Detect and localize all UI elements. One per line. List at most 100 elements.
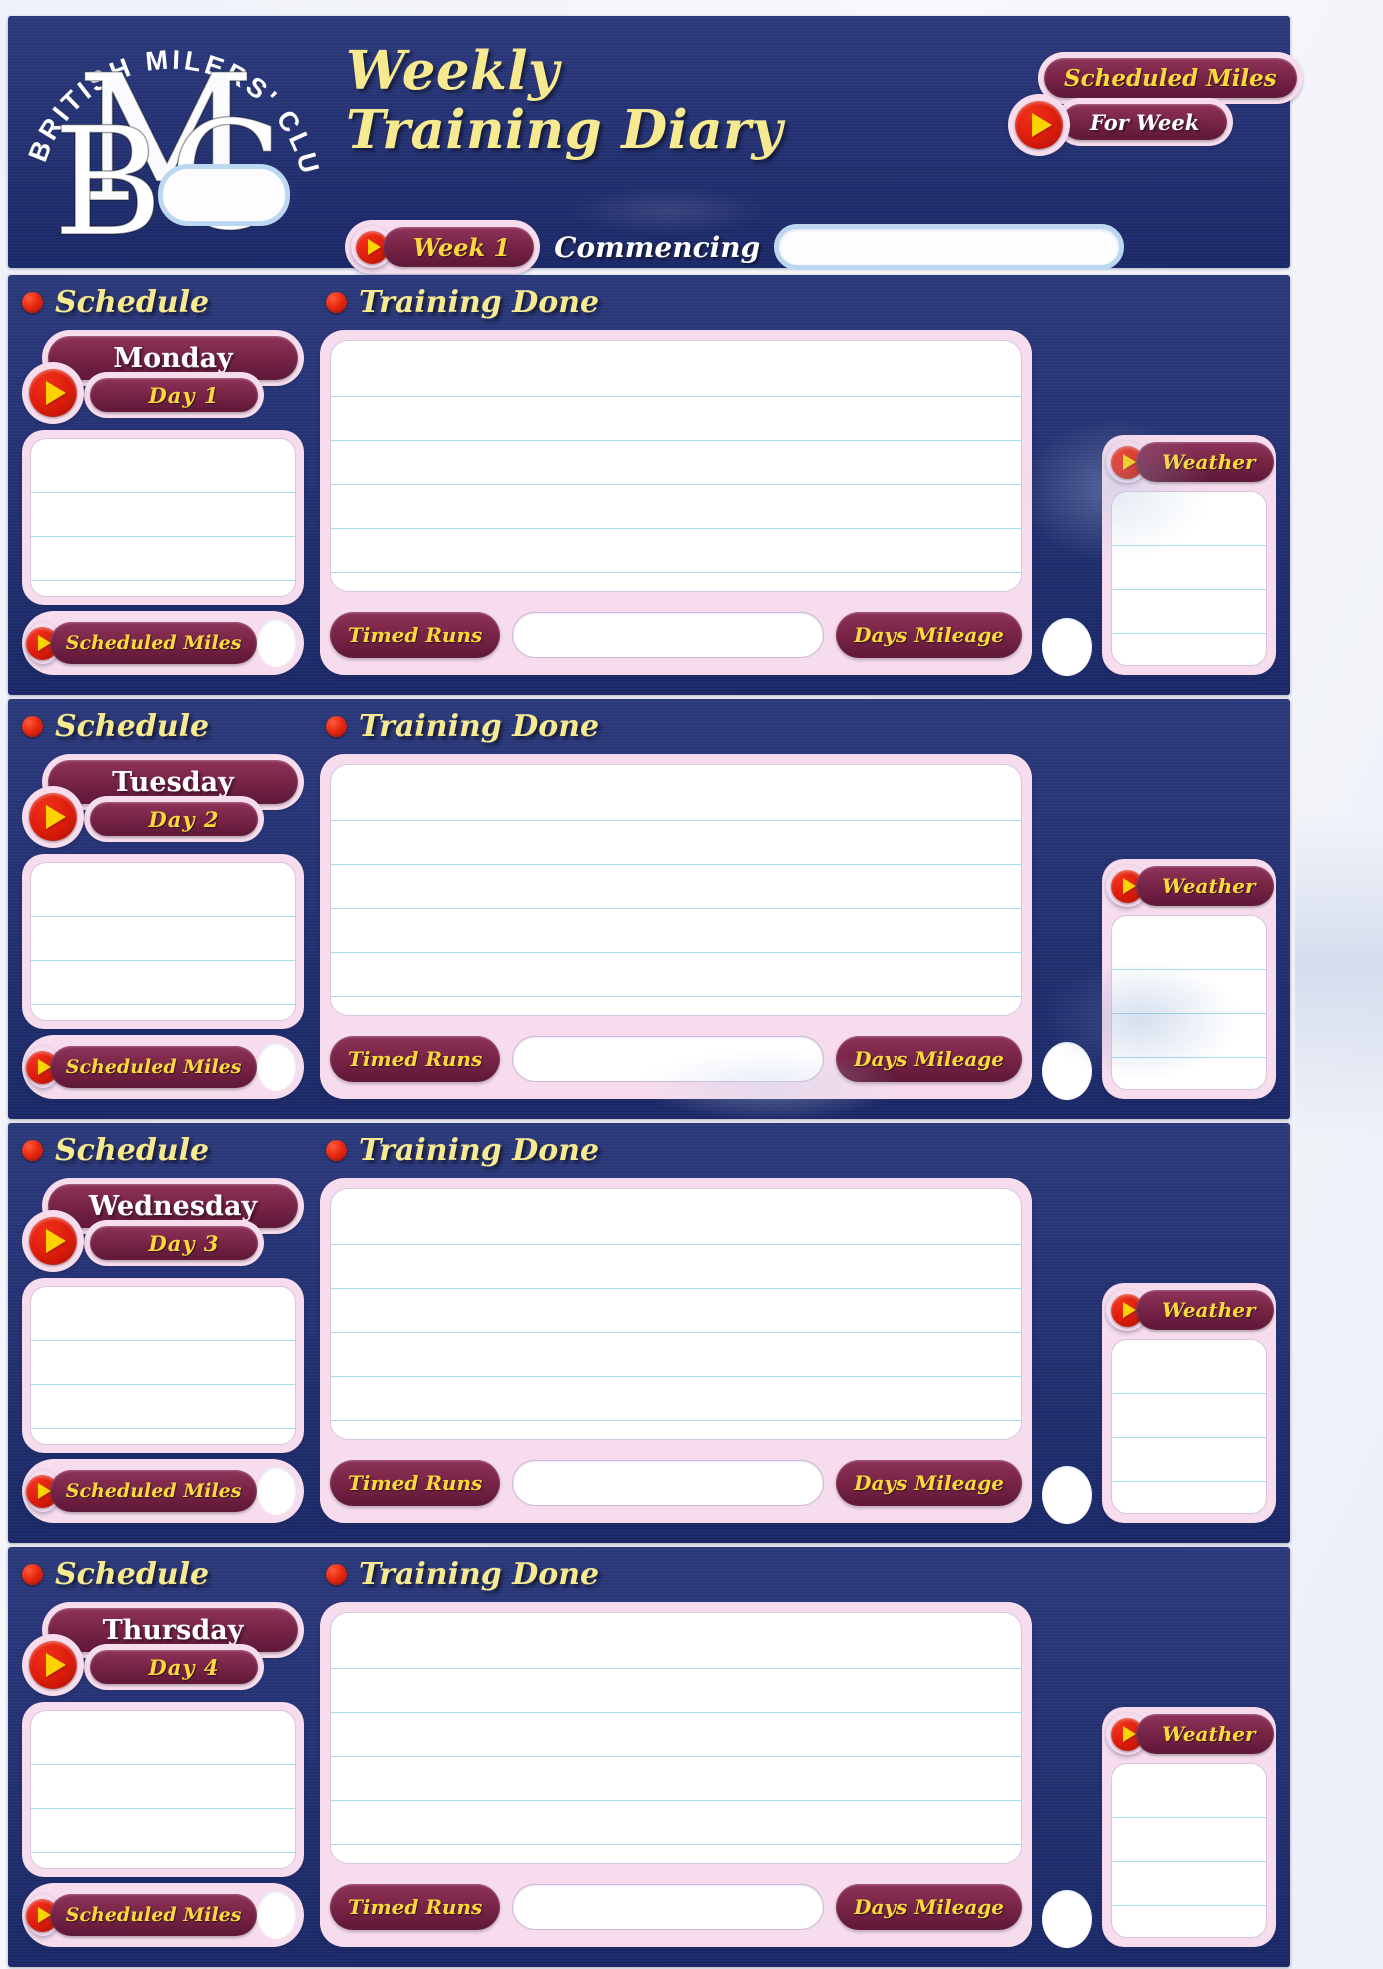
timed-runs-label: Timed Runs (348, 1895, 483, 1919)
weather-label: Weather (1162, 1722, 1256, 1746)
bullet-dot-icon (22, 716, 43, 737)
weather-notes-field[interactable] (1111, 915, 1267, 1090)
weather-notes-field[interactable] (1111, 491, 1267, 666)
timed-runs-tag: Timed Runs (330, 1884, 501, 1930)
schedule-heading: Schedule (22, 709, 209, 744)
training-done-notes-field[interactable] (330, 1188, 1022, 1440)
timed-runs-input[interactable] (512, 612, 825, 658)
for-week-label: For Week (1090, 109, 1200, 135)
scheduled-miles-tag: Scheduled Miles (49, 622, 258, 664)
play-icon (1008, 94, 1070, 156)
days-mileage-label: Days Mileage (854, 1471, 1004, 1495)
day-name-label: Wednesday (88, 1190, 258, 1222)
timed-runs-input[interactable] (512, 1036, 825, 1082)
scheduled-miles-tag: Scheduled Miles (49, 1894, 258, 1936)
training-done-heading-label: Training Done (359, 1557, 600, 1592)
timed-runs-tag: Timed Runs (330, 1036, 501, 1082)
days-mileage-label: Days Mileage (854, 1895, 1004, 1919)
scheduled-miles-for-week-badge[interactable]: Scheduled Miles For Week (1008, 52, 1303, 164)
schedule-card: Monday Day 1 Scheduled Miles (22, 330, 304, 675)
training-done-heading: Training Done (326, 1133, 599, 1168)
scheduled-miles-value-field[interactable] (257, 1467, 296, 1515)
day-name-badge[interactable]: Monday Day 1 (22, 330, 304, 424)
weather-tag: Weather (1136, 442, 1274, 482)
training-done-card: Timed Runs Days Mileage (320, 754, 1032, 1099)
scheduled-miles-row: Scheduled Miles (22, 611, 304, 675)
training-done-footer: Timed Runs Days Mileage (330, 1454, 1022, 1512)
weather-header[interactable]: Weather (1106, 1713, 1274, 1755)
days-mileage-value-field[interactable] (1042, 1466, 1092, 1524)
play-icon (22, 786, 84, 848)
scheduled-miles-value-field[interactable] (257, 619, 296, 667)
schedule-notes-field[interactable] (22, 854, 304, 1029)
commencing-input[interactable] (774, 224, 1125, 270)
scheduled-miles-week-label: Scheduled Miles (1064, 64, 1277, 92)
week-miles-input[interactable] (158, 164, 290, 226)
timed-runs-label: Timed Runs (348, 623, 483, 647)
day-name-badge[interactable]: Tuesday Day 2 (22, 754, 304, 848)
scheduled-miles-pill: Scheduled Miles (1038, 52, 1303, 104)
training-done-footer: Timed Runs Days Mileage (330, 1030, 1022, 1088)
weather-label: Weather (1162, 1298, 1256, 1322)
bullet-dot-icon (22, 292, 43, 313)
weather-tag: Weather (1136, 1714, 1274, 1754)
training-done-footer: Timed Runs Days Mileage (330, 1878, 1022, 1936)
bullet-dot-icon (326, 716, 347, 737)
day-number-label: Day 1 (148, 382, 220, 408)
schedule-notes-field[interactable] (22, 1278, 304, 1453)
day-name-badge[interactable]: Thursday Day 4 (22, 1602, 304, 1696)
schedule-notes-text (30, 862, 296, 1021)
training-done-heading: Training Done (326, 709, 599, 744)
days-mileage-value-field[interactable] (1042, 1890, 1092, 1948)
weather-notes-field[interactable] (1111, 1763, 1267, 1938)
training-done-notes-field[interactable] (330, 340, 1022, 592)
timed-runs-input[interactable] (512, 1884, 825, 1930)
scheduled-miles-value-field[interactable] (257, 1043, 296, 1091)
day-name-label: Tuesday (112, 766, 234, 798)
training-done-heading-label: Training Done (359, 1133, 600, 1168)
scheduled-miles-label: Scheduled Miles (65, 1904, 242, 1926)
weather-header[interactable]: Weather (1106, 441, 1274, 483)
training-done-card: Timed Runs Days Mileage (320, 1602, 1032, 1947)
training-done-notes-field[interactable] (330, 764, 1022, 1016)
schedule-card: Tuesday Day 2 Scheduled Miles (22, 754, 304, 1099)
days-mileage-value-field[interactable] (1042, 1042, 1092, 1100)
timed-runs-tag: Timed Runs (330, 612, 501, 658)
weather-header[interactable]: Weather (1106, 1289, 1274, 1331)
day-row: Schedule Training Done Thursday Day 4 Sc… (8, 1547, 1290, 1967)
timed-runs-input[interactable] (512, 1460, 825, 1506)
weather-tag: Weather (1136, 1290, 1274, 1330)
bullet-dot-icon (22, 1140, 43, 1161)
weather-label: Weather (1162, 874, 1256, 898)
timed-runs-label: Timed Runs (348, 1047, 483, 1071)
schedule-heading: Schedule (22, 1557, 209, 1592)
page-title-line1: Weekly (346, 40, 560, 102)
day-name-label: Thursday (102, 1614, 244, 1646)
bullet-dot-icon (326, 292, 347, 313)
week-number-pill[interactable]: Week 1 (345, 220, 541, 274)
weather-card: Weather (1102, 1283, 1276, 1523)
schedule-card: Thursday Day 4 Scheduled Miles (22, 1602, 304, 1947)
scheduled-miles-value-field[interactable] (257, 1891, 296, 1939)
training-done-card: Timed Runs Days Mileage (320, 330, 1032, 675)
schedule-heading-label: Schedule (55, 1133, 210, 1168)
training-done-notes-field[interactable] (330, 1612, 1022, 1864)
training-done-group: Timed Runs Days Mileage Weather (320, 754, 1276, 1100)
weather-header[interactable]: Weather (1106, 865, 1274, 907)
weather-tag: Weather (1136, 866, 1274, 906)
week-commencing-row: Week 1 Commencing (345, 220, 1125, 274)
bullet-dot-icon (326, 1140, 347, 1161)
day-number-label: Day 2 (148, 806, 220, 832)
days-mileage-value-field[interactable] (1042, 618, 1092, 676)
week-number-label: Week 1 (413, 232, 511, 262)
training-done-footer: Timed Runs Days Mileage (330, 606, 1022, 664)
weather-notes-field[interactable] (1111, 1339, 1267, 1514)
schedule-notes-field[interactable] (22, 430, 304, 605)
schedule-heading-label: Schedule (55, 1557, 210, 1592)
scheduled-miles-tag: Scheduled Miles (49, 1470, 258, 1512)
day-name-badge[interactable]: Wednesday Day 3 (22, 1178, 304, 1272)
scheduled-miles-label: Scheduled Miles (65, 1056, 242, 1078)
schedule-heading: Schedule (22, 1133, 209, 1168)
schedule-notes-field[interactable] (22, 1702, 304, 1877)
day-number-pill: Day 4 (84, 1644, 264, 1690)
